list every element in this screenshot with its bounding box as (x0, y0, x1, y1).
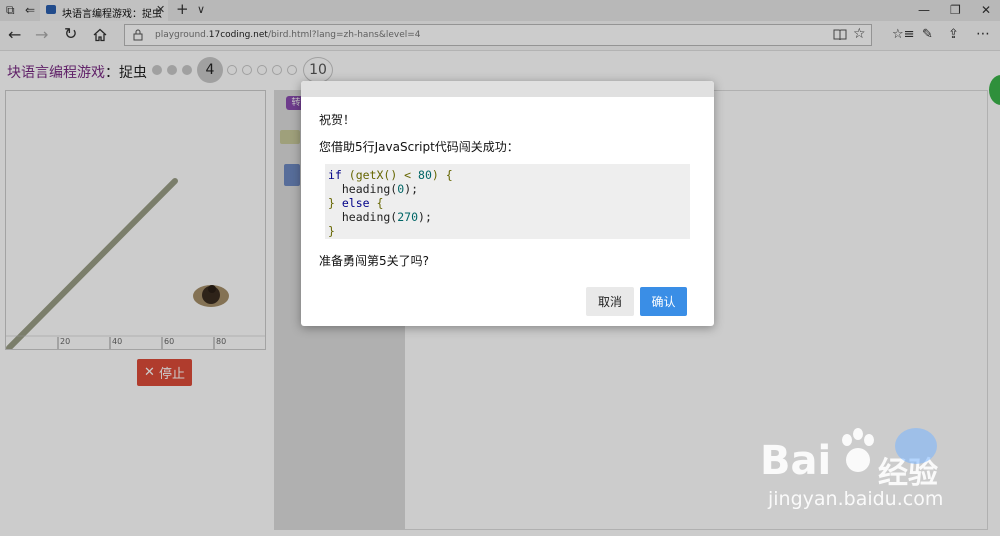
watermark-url: jingyan.baidu.com (768, 488, 944, 510)
dialog-message: 您借助5行JavaScript代码闯关成功： (319, 140, 519, 154)
code-line-5: } (328, 224, 335, 238)
dialog-header (301, 81, 714, 97)
bird-logo-icon (895, 428, 937, 464)
confirm-button[interactable]: 确认 (640, 287, 687, 316)
code-line-3: } else { (328, 196, 384, 210)
paw-icon (838, 428, 878, 479)
code-line-4: heading(270); (328, 210, 432, 224)
code-line-2: heading(0); (328, 182, 419, 196)
success-dialog: 祝贺！ 您借助5行JavaScript代码闯关成功： if (getX() < … (301, 81, 714, 326)
watermark-brand: Bai (760, 438, 832, 484)
code-line-1: if (getX() < 80) { (328, 168, 453, 182)
cancel-button[interactable]: 取消 (586, 287, 634, 316)
dialog-prompt: 准备勇闯第5关了吗? (319, 254, 430, 268)
code-block: if (getX() < 80) { heading(0); } else { … (325, 164, 690, 239)
dialog-heading: 祝贺！ (319, 113, 356, 127)
